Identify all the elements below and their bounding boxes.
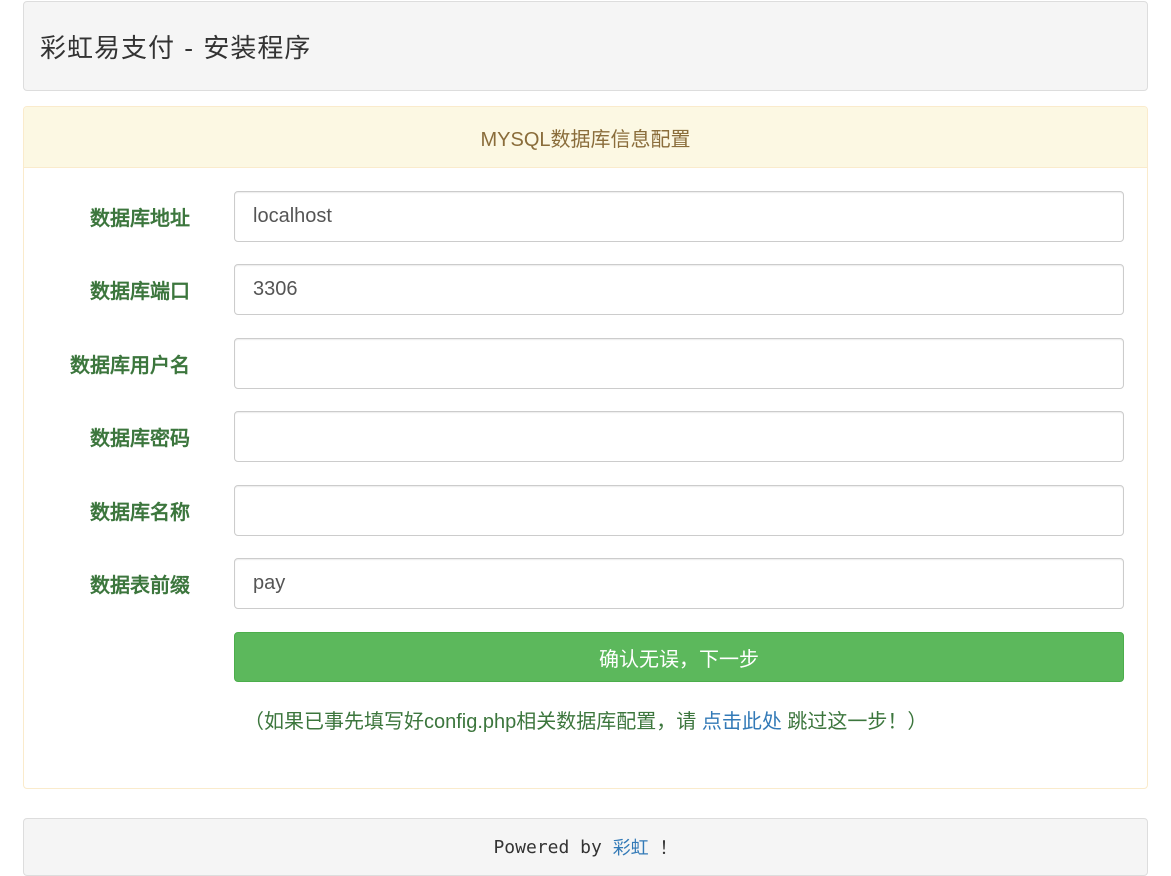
db-name-input[interactable] <box>234 485 1124 536</box>
db-user-input[interactable] <box>234 338 1124 389</box>
db-host-label: 数据库地址 <box>90 208 190 230</box>
db-port-label: 数据库端口 <box>90 281 190 303</box>
form-row-db-port: 数据库端口 <box>24 264 1147 315</box>
panel-heading: MYSQL数据库信息配置 <box>24 107 1147 168</box>
form-row-db-password: 数据库密码 <box>24 411 1147 462</box>
skip-hint: （如果已事先填写好config.php相关数据库配置，请 点击此处 跳过这一步！… <box>244 705 927 734</box>
db-name-label: 数据库名称 <box>90 502 190 524</box>
footer-author-link[interactable]: 彩虹 <box>613 834 649 860</box>
table-prefix-label: 数据表前缀 <box>90 575 190 597</box>
db-password-input[interactable] <box>234 411 1124 462</box>
skip-hint-suffix: 跳过这一步！） <box>781 711 928 733</box>
form-row-db-user: 数据库用户名 <box>24 338 1147 389</box>
db-user-label: 数据库用户名 <box>70 355 190 377</box>
form-row-db-name: 数据库名称 <box>24 485 1147 536</box>
page-header: 彩虹易支付 - 安装程序 <box>23 1 1148 91</box>
form-row-db-host: 数据库地址 <box>24 191 1147 242</box>
form-row-table-prefix: 数据表前缀 <box>24 558 1147 609</box>
db-port-input[interactable] <box>234 264 1124 315</box>
page-footer: Powered by 彩虹 ！ <box>23 818 1148 876</box>
db-host-input[interactable] <box>234 191 1124 242</box>
footer-suffix: ！ <box>648 838 678 859</box>
page-title: 彩虹易支付 - 安装程序 <box>40 33 312 64</box>
db-config-panel: MYSQL数据库信息配置 数据库地址 数据库端口 数据库用户名 数据库密码 数据… <box>23 106 1148 789</box>
footer-prefix: Powered by <box>493 836 613 858</box>
skip-hint-prefix: （如果已事先填写好config.php相关数据库配置，请 <box>244 711 702 733</box>
next-step-button[interactable]: 确认无误，下一步 <box>234 632 1124 682</box>
db-password-label: 数据库密码 <box>90 428 190 450</box>
skip-step-link[interactable]: 点击此处 <box>702 711 782 733</box>
table-prefix-input[interactable] <box>234 558 1124 609</box>
